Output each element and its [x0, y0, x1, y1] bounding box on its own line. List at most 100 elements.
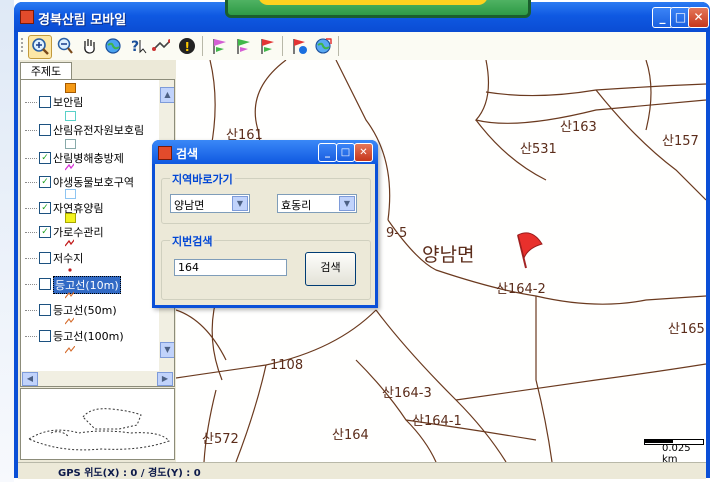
- measure-icon[interactable]: [152, 37, 170, 55]
- layer-symbol: [65, 291, 74, 299]
- parcel-label: 산531: [520, 142, 557, 157]
- search-dialog: 검색 _ □ ✕ 지역바로가기 양남면 ▼ 효동리 ▼ 지번검색 검색: [152, 140, 378, 308]
- scroll-left-icon[interactable]: ◀: [22, 372, 38, 386]
- slide-banner: [225, 0, 531, 18]
- flag-green-icon[interactable]: [210, 37, 228, 55]
- layer-symbol: [65, 213, 76, 223]
- layer-item[interactable]: ✓ 산림병해충방제: [21, 139, 161, 170]
- layer-checkbox[interactable]: [39, 278, 51, 290]
- layer-checkbox[interactable]: ✓: [39, 202, 51, 214]
- dialog-minimize-button[interactable]: _: [318, 143, 337, 162]
- tab-theme-map[interactable]: 주제도: [20, 62, 72, 80]
- layer-checkbox[interactable]: [39, 304, 51, 316]
- layer-item[interactable]: 등고선(10m): [21, 268, 161, 296]
- overview-map[interactable]: [20, 388, 175, 460]
- zoom-in-tool[interactable]: [28, 35, 52, 59]
- layer-item[interactable]: 보안림: [21, 83, 161, 114]
- identify-icon[interactable]: ?: [130, 37, 148, 55]
- parcel-label: 산157: [662, 134, 699, 149]
- overview-outline-icon: [27, 408, 170, 451]
- layer-label: 등고선(10m): [53, 276, 121, 294]
- layer-symbol: [65, 346, 75, 354]
- layer-label: 야생동물보호구역: [53, 176, 134, 189]
- layer-checkbox[interactable]: [39, 96, 51, 108]
- dialog-close-button[interactable]: ✕: [354, 143, 373, 162]
- layer-label: 등고선(50m): [53, 304, 117, 317]
- layer-symbol: [68, 268, 72, 272]
- layer-checkbox[interactable]: [39, 330, 51, 342]
- zoom-in-icon: [32, 38, 49, 55]
- svg-text:!: !: [185, 40, 190, 54]
- parcel-label: 산164-2: [496, 282, 546, 297]
- window-title: 경북산림 모바일: [38, 13, 127, 28]
- slide-background: [0, 0, 14, 482]
- scale-label: 0.025 km: [662, 443, 691, 462]
- layer-tree-hscrollbar[interactable]: ◀ ▶: [20, 371, 175, 387]
- gps-status-text: GPS 위도(X) : 0 / 경도(Y) : 0: [58, 468, 201, 479]
- gps-icon[interactable]: [314, 37, 332, 55]
- layer-item[interactable]: ✓ 가로수관리: [21, 213, 161, 244]
- dialog-maximize-button[interactable]: □: [336, 143, 355, 162]
- layer-symbol: [65, 111, 76, 121]
- svg-text:?: ?: [131, 39, 139, 55]
- town-label: 양남면: [422, 244, 475, 266]
- dialog-title-bar: 검색 _ □ ✕: [152, 140, 378, 164]
- flag-clear-icon[interactable]: [290, 37, 308, 55]
- close-button[interactable]: ✕: [688, 7, 709, 28]
- layer-symbol: [65, 163, 74, 171]
- layer-label: 자연휴양림: [53, 202, 104, 215]
- layer-symbol: [65, 317, 74, 325]
- flag-red-icon[interactable]: [258, 37, 276, 55]
- pan-hand-icon[interactable]: [80, 37, 98, 55]
- app-icon: [20, 10, 34, 24]
- layer-checkbox[interactable]: [39, 252, 51, 264]
- layer-item[interactable]: 등고선(100m): [21, 317, 161, 348]
- toolbar-grip-icon: [21, 38, 23, 52]
- toolbar-separator: [282, 36, 283, 56]
- layer-checkbox[interactable]: ✓: [39, 226, 51, 238]
- scroll-up-icon[interactable]: ▲: [160, 87, 174, 103]
- layer-checkbox[interactable]: [39, 124, 51, 136]
- dialog-title: 검색: [176, 147, 199, 161]
- layer-label: 등고선(100m): [53, 330, 124, 343]
- layer-label: 보안림: [53, 96, 84, 109]
- chevron-down-icon[interactable]: ▼: [232, 196, 248, 211]
- region-group-title: 지역바로가기: [170, 171, 235, 187]
- dialog-app-icon: [158, 146, 172, 160]
- layer-item[interactable]: 저수지: [21, 239, 161, 270]
- parcel-label: 산163: [560, 120, 597, 135]
- layer-symbol: [65, 139, 76, 149]
- info-icon[interactable]: !: [178, 37, 196, 55]
- layer-item[interactable]: ✓ 자연휴양림: [21, 189, 161, 220]
- zoom-out-icon[interactable]: [56, 37, 74, 55]
- scroll-down-icon[interactable]: ▼: [160, 342, 174, 358]
- layer-label: 산림유전자원보호림: [53, 124, 145, 137]
- search-button[interactable]: 검색: [305, 252, 356, 286]
- toolbar-separator: [202, 36, 203, 56]
- layer-item[interactable]: ✓ 야생동물보호구역: [21, 163, 161, 194]
- region-select[interactable]: 양남면 ▼: [170, 194, 250, 213]
- full-extent-icon[interactable]: [104, 37, 122, 55]
- layer-symbol: [65, 239, 74, 247]
- flag-marker-icon: [517, 232, 543, 269]
- flag-green2-icon[interactable]: [234, 37, 252, 55]
- layer-item[interactable]: 등고선(50m): [21, 291, 161, 322]
- parcel-label: 1108: [270, 358, 304, 373]
- layer-checkbox[interactable]: ✓: [39, 176, 51, 188]
- village-select[interactable]: 효동리 ▼: [277, 194, 357, 213]
- layer-checkbox[interactable]: ✓: [39, 152, 51, 164]
- layer-label: 가로수관리: [53, 226, 104, 239]
- scale-bar: 0.025 km: [644, 439, 704, 462]
- parcel-number-input[interactable]: [174, 259, 287, 276]
- dialog-body: 지역바로가기 양남면 ▼ 효동리 ▼ 지번검색 검색: [155, 164, 375, 305]
- chevron-down-icon[interactable]: ▼: [339, 196, 355, 211]
- toolbar-separator: [338, 36, 339, 56]
- parcel-label: 산164-1: [412, 414, 462, 429]
- parcel-label: 산164: [332, 428, 369, 443]
- parcel-label: 9-5: [386, 226, 408, 241]
- layer-item[interactable]: 산림유전자원보호림: [21, 111, 161, 142]
- parcel-group-title: 지번검색: [170, 233, 215, 249]
- layer-label: 저수지: [53, 252, 84, 265]
- scroll-right-icon[interactable]: ▶: [157, 372, 173, 386]
- layer-label: 산림병해충방제: [53, 152, 124, 165]
